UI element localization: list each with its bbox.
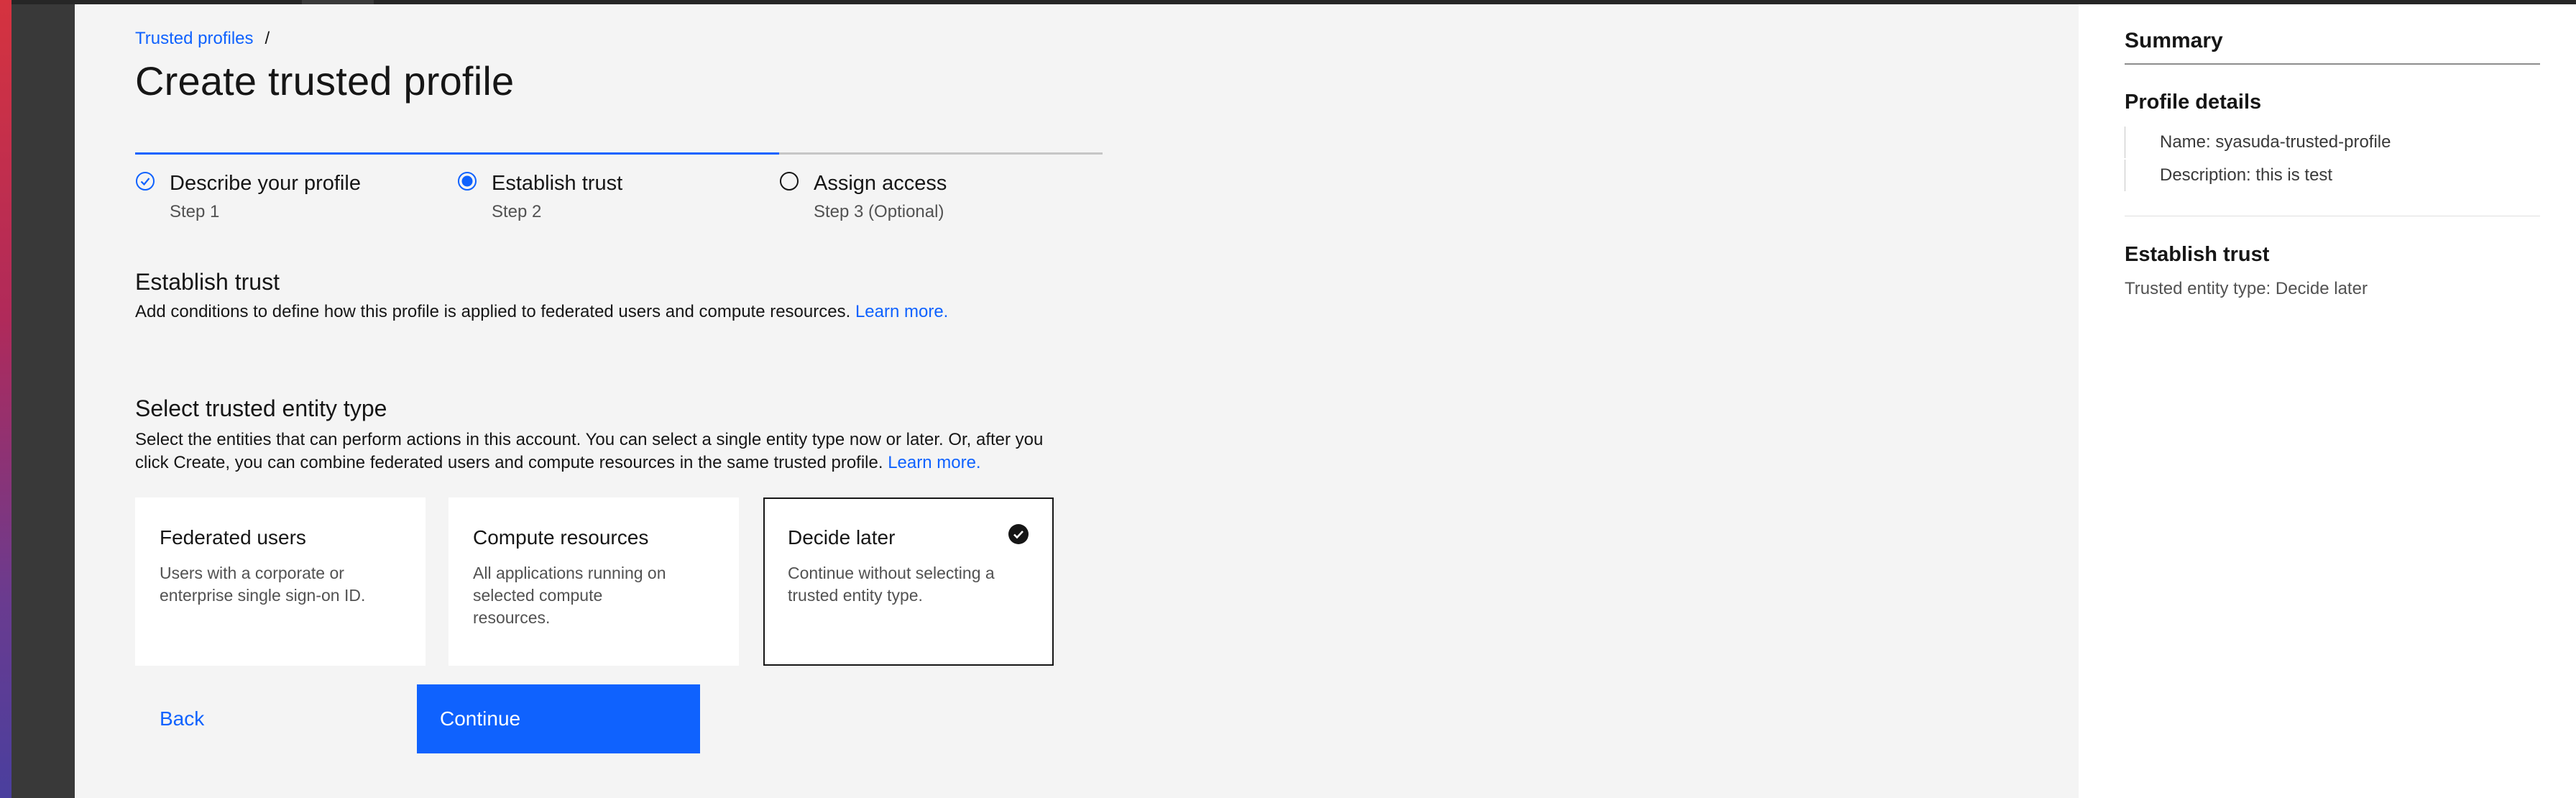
step-number: Step 3 (Optional): [814, 202, 944, 221]
step-assign-access[interactable]: Assign access Step 3 (Optional): [779, 152, 1103, 224]
continue-button[interactable]: Continue: [417, 684, 700, 753]
step-establish-trust[interactable]: Establish trust Step 2: [457, 152, 779, 224]
radio-selected-icon: [458, 172, 477, 191]
learn-more-link[interactable]: Learn more.: [855, 302, 948, 321]
establish-trust-description: Add conditions to define how this profil…: [135, 301, 948, 324]
summary-description: Description: this is test: [2125, 160, 2527, 191]
desktop-edge: [0, 0, 12, 798]
summary-entity-type: Trusted entity type: Decide later: [2125, 279, 2368, 298]
tile-title: Decide later: [788, 526, 896, 549]
tile-title: Compute resources: [473, 526, 649, 549]
left-nav-rail: [12, 4, 75, 798]
tile-description: Continue without selecting a trusted ent…: [788, 564, 995, 605]
back-button[interactable]: Back: [135, 684, 420, 753]
checkmark-filled-icon: [1008, 524, 1029, 544]
step-label: Describe your profile: [170, 172, 361, 195]
tile-title: Federated users: [160, 526, 306, 549]
step-describe-profile[interactable]: Describe your profile Step 1: [135, 152, 457, 224]
breadcrumb: Trusted profiles /: [135, 29, 270, 49]
establish-trust-heading: Establish trust: [135, 269, 280, 295]
breadcrumb-trusted-profiles-link[interactable]: Trusted profiles: [135, 29, 254, 49]
main-content: Trusted profiles / Create trusted profil…: [75, 4, 2079, 798]
summary-name: Name: syasuda-trusted-profile: [2125, 127, 2527, 158]
summary-panel: Summary Profile details Name: syasuda-tr…: [2079, 4, 2576, 798]
summary-establish-trust-heading: Establish trust: [2125, 243, 2270, 266]
step-label: Assign access: [814, 172, 947, 195]
tile-description: Users with a corporate or enterprise sin…: [160, 564, 366, 605]
learn-more-link[interactable]: Learn more.: [888, 453, 980, 472]
page-title: Create trusted profile: [135, 58, 515, 104]
tile-description: All applications running on selected com…: [473, 564, 666, 627]
checkmark-outline-icon: [136, 172, 155, 191]
radio-empty-icon: [780, 172, 799, 191]
establish-trust-text: Add conditions to define how this profil…: [135, 302, 851, 321]
entity-type-description: Select the entities that can perform act…: [135, 428, 1043, 474]
breadcrumb-separator: /: [264, 29, 270, 48]
entity-type-desc-line2: click Create, you can combine federated …: [135, 453, 883, 472]
summary-title: Summary: [2125, 29, 2223, 52]
tile-decide-later[interactable]: Decide later Continue without selecting …: [763, 497, 1054, 666]
summary-rule: [2125, 63, 2540, 65]
tile-compute-resources[interactable]: Compute resources All applications runni…: [448, 497, 739, 666]
progress-indicator: Describe your profile Step 1 Establish t…: [135, 152, 1103, 224]
tile-federated-users[interactable]: Federated users Users with a corporate o…: [135, 497, 426, 666]
step-label: Establish trust: [492, 172, 623, 195]
step-number: Step 1: [170, 202, 220, 221]
summary-profile-details-heading: Profile details: [2125, 91, 2262, 114]
entity-type-heading: Select trusted entity type: [135, 395, 387, 421]
step-number: Step 2: [492, 202, 542, 221]
entity-type-desc-line2-wrap: click Create, you can combine federated …: [135, 451, 1043, 474]
entity-type-desc-line1: Select the entities that can perform act…: [135, 430, 1044, 449]
